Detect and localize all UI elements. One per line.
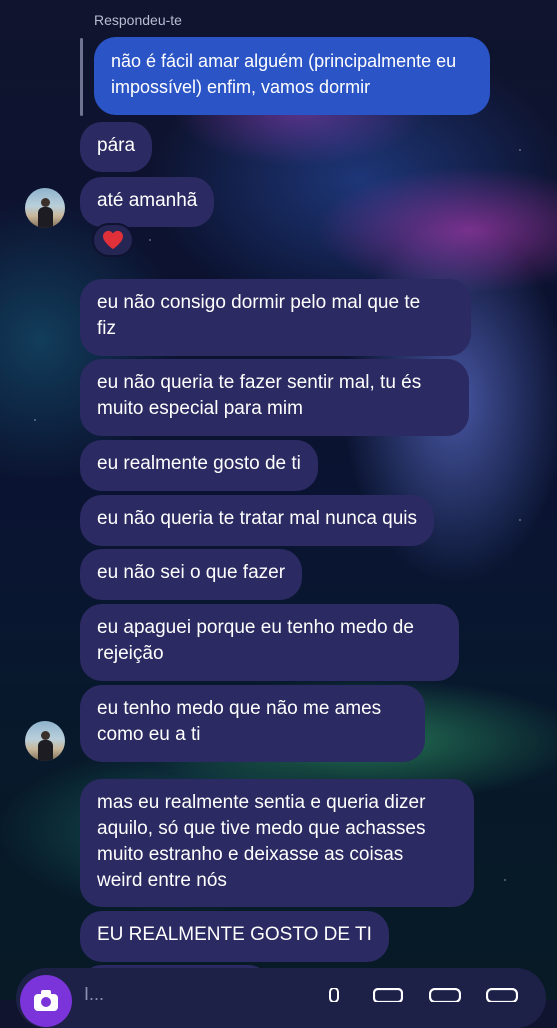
message-text: como eu a ti: [97, 724, 201, 745]
message-bubble[interactable]: eu não queria te fazer sentir mal, tu és…: [80, 359, 469, 436]
message-text: mas eu realmente sentia e queria dizer: [97, 792, 426, 813]
replied-message-bubble[interactable]: não é fácil amar alguém (principalmente …: [94, 37, 490, 115]
heart-icon: [103, 230, 123, 250]
avatar[interactable]: [25, 188, 65, 228]
message-text: rejeição: [97, 643, 164, 664]
reply-indicator-line: [80, 38, 83, 116]
camera-icon: [34, 990, 58, 1011]
message-input[interactable]: I...: [84, 984, 104, 1005]
message-text: eu realmente gosto de ti: [97, 453, 301, 474]
message-bubble[interactable]: eu apaguei porque eu tenho medo de rejei…: [80, 604, 459, 681]
message-text: weird entre nós: [97, 870, 227, 891]
message-text: até amanhã: [97, 190, 198, 211]
avatar[interactable]: [25, 721, 65, 761]
message-text: aquilo, só que tive medo que achasses: [97, 818, 426, 839]
message-bubble[interactable]: eu tenho medo que não me ames como eu a …: [80, 685, 425, 762]
message-text: eu não consigo dormir pelo mal que te: [97, 292, 421, 313]
camera-button[interactable]: [20, 975, 72, 1027]
replied-message-line-1: não é fácil amar alguém (principalmente …: [111, 51, 457, 71]
message-text: eu não queria te tratar mal nunca quis: [97, 508, 418, 529]
message-bubble[interactable]: eu realmente gosto de ti: [80, 440, 318, 491]
message-text: eu não queria te fazer sentir mal, tu és: [97, 372, 422, 393]
message-text: eu não sei o que fazer: [97, 562, 286, 583]
message-bubble[interactable]: eu não consigo dormir pelo mal que te fi…: [80, 279, 471, 356]
message-bubble[interactable]: eu não sei o que fazer: [80, 549, 303, 600]
message-text: muito especial para mim: [97, 398, 303, 419]
message-text: eu tenho medo que não me ames: [97, 698, 382, 719]
reply-header: Respondeu-te: [94, 12, 182, 28]
message-text: eu apaguei porque eu tenho medo de: [97, 617, 414, 638]
message-bubble[interactable]: mas eu realmente sentia e queria dizer a…: [80, 779, 474, 907]
message-bubble[interactable]: EU REALMENTE GOSTO DE TI: [80, 911, 389, 962]
replied-message-line-2: impossível) enfim, vamos dormir: [111, 77, 371, 97]
message-bubble[interactable]: pára: [80, 122, 153, 172]
message-text: fiz: [97, 318, 116, 339]
message-text: EU REALMENTE GOSTO DE TI: [97, 924, 372, 945]
message-bubble[interactable]: até amanhã: [80, 177, 215, 227]
message-text: muito estranho e deixasse as coisas: [97, 844, 404, 865]
heart-reaction[interactable]: [92, 223, 134, 257]
message-text: pára: [97, 135, 136, 156]
message-bubble[interactable]: eu não queria te tratar mal nunca quis: [80, 495, 435, 546]
